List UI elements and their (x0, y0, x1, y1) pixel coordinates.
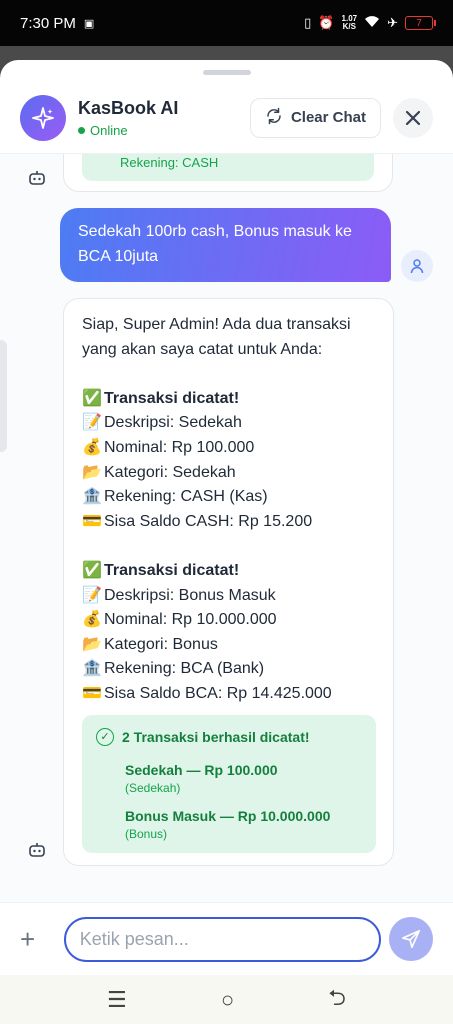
user-icon (401, 250, 433, 282)
folder-icon: 📂 (82, 463, 102, 481)
previous-summary: Rekening: CASH (82, 154, 374, 181)
close-button[interactable] (393, 97, 433, 138)
online-dot (78, 126, 85, 134)
tx2-desc: 📝 Deskripsi: Bonus Masuk (82, 584, 375, 609)
send-icon (402, 929, 421, 949)
check-emoji-icon: ✅ (82, 389, 102, 407)
tx1-title: ✅ Transaksi dicatat! (82, 387, 375, 412)
home-icon[interactable]: ○ (221, 987, 234, 1013)
bank-icon: 🏦 (82, 660, 102, 678)
network-speed: 1.07 K/S (341, 14, 358, 31)
sparkle-icon (20, 94, 66, 141)
bot-intro-line-2: yang akan saya catat untuk Anda: (82, 340, 323, 358)
notification-icon: ▣ (83, 17, 95, 30)
money-bag-icon: 💰 (82, 611, 102, 629)
send-button[interactable] (389, 917, 433, 961)
memo-icon: 📝 (82, 586, 102, 604)
money-bag-icon: 💰 (82, 438, 102, 456)
summary-title: ✓ 2 Transaksi berhasil dicatat! (96, 725, 362, 750)
bot-intro-line-1: Siap, Super Admin! Ada dua transaksi (82, 316, 351, 333)
tx1-account: 🏦 Rekening: CASH (Kas) (82, 485, 375, 510)
previous-bot-message: Rekening: CASH (63, 154, 393, 192)
refresh-icon (265, 107, 283, 129)
battery-icon: 7 (405, 16, 436, 30)
tx2-amount: 💰 Nominal: Rp 10.000.000 (82, 608, 375, 633)
tx1-balance: 💳 Sisa Saldo CASH: Rp 15.200 (82, 510, 375, 535)
folder-icon: 📂 (82, 635, 102, 653)
tx2-account: 🏦 Rekening: BCA (Bank) (82, 657, 375, 682)
chat-sheet: KasBook AI Online Clear Chat Rekening: C… (0, 60, 453, 975)
back-icon[interactable]: ⮌ (328, 981, 346, 1019)
tx1-category: 📂 Kategori: Sedekah (82, 461, 375, 486)
bank-icon: 🏦 (82, 488, 102, 506)
drag-handle[interactable] (203, 70, 251, 75)
airplane-icon: ✈ (387, 15, 398, 30)
chat-area[interactable]: Rekening: CASH Sedekah 100rb cash, Bonus… (0, 154, 453, 902)
tx2-balance: 💳 Sisa Saldo BCA: Rp 14.425.000 (82, 682, 375, 707)
tx2-title: ✅ Transaksi dicatat! (82, 559, 375, 584)
app-title: KasBook AI (78, 97, 179, 118)
user-message: Sedekah 100rb cash, Bonus masuk ke BCA 1… (60, 208, 391, 282)
tx1-desc: 📝 Deskripsi: Sedekah (82, 411, 375, 436)
alarm-icon: ⏰ (318, 15, 335, 30)
summary-item: Sedekah — Rp 100.000 (125, 761, 278, 778)
memo-icon: 📝 (82, 414, 102, 432)
tx2-category: 📂 Kategori: Bonus (82, 633, 375, 658)
check-circle-icon: ✓ (96, 728, 114, 747)
clear-chat-label: Clear Chat (290, 109, 366, 126)
card-icon: 💳 (82, 684, 102, 702)
robot-icon (29, 171, 45, 185)
tx1-amount: 💰 Nominal: Rp 100.000 (82, 436, 375, 461)
message-input[interactable] (63, 916, 382, 962)
close-icon (405, 110, 421, 125)
status-bar: 7:30 PM ▣ ▯ ⏰ 1.07 K/S ✈ 7 (0, 0, 453, 46)
edge-panel-handle[interactable] (0, 340, 7, 452)
online-status: Online (78, 123, 250, 138)
menu-icon[interactable]: ☰ (107, 987, 127, 1013)
summary-item: Bonus Masuk — Rp 10.000.000 (125, 807, 331, 824)
vibrate-icon: ▯ (304, 15, 312, 30)
wifi-icon (364, 15, 380, 31)
success-summary: ✓ 2 Transaksi berhasil dicatat! Sedekah … (82, 715, 376, 853)
robot-icon (29, 843, 45, 857)
check-emoji-icon: ✅ (82, 561, 102, 579)
summary-item-category: (Sedekah) (125, 780, 181, 795)
input-bar: + (0, 902, 453, 975)
plus-icon[interactable]: + (20, 924, 52, 955)
status-time: 7:30 PM (20, 14, 76, 32)
clear-chat-button[interactable]: Clear Chat (249, 97, 381, 138)
summary-item-category: (Bonus) (125, 826, 168, 841)
system-nav-bar: ☰ ○ ⮌ (0, 975, 453, 1024)
chat-header: KasBook AI Online Clear Chat (0, 82, 453, 154)
bot-message: Siap, Super Admin! Ada dua transaksi yan… (63, 298, 394, 866)
card-icon: 💳 (82, 512, 102, 530)
